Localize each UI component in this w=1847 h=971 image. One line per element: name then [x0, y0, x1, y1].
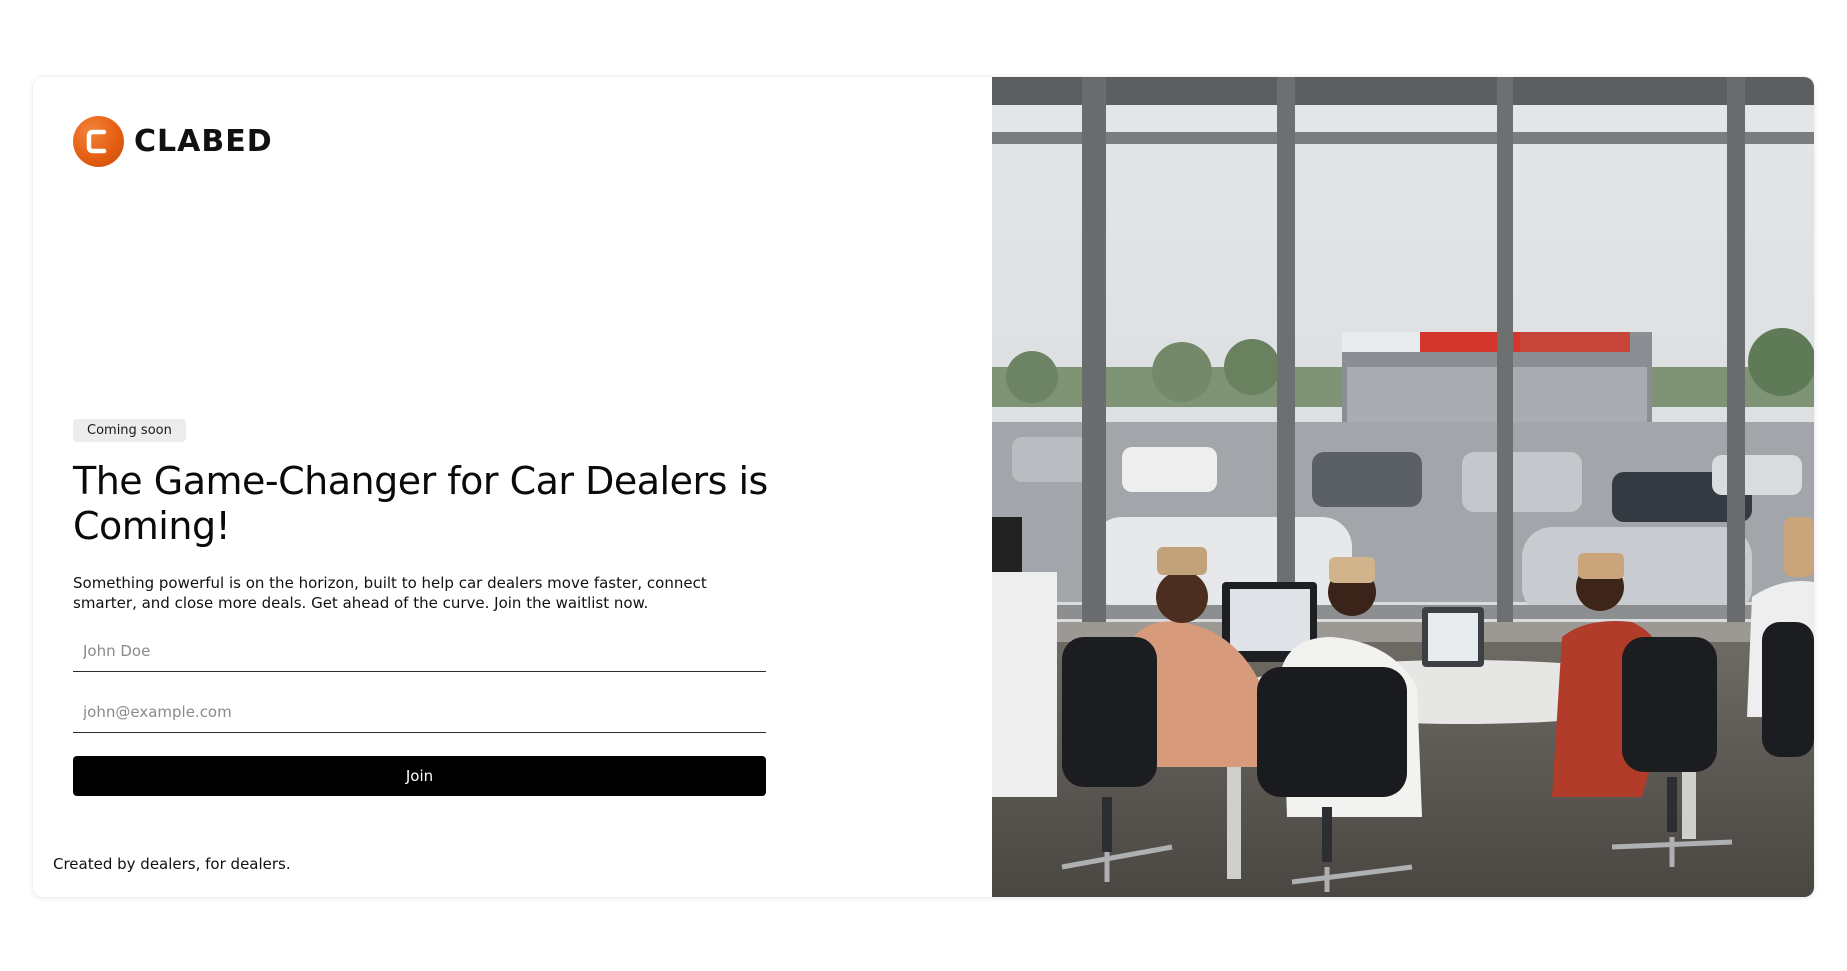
- brand-name: CLABED: [134, 124, 273, 159]
- footer-tagline: Created by dealers, for dealers.: [53, 855, 291, 873]
- office-photo-icon: [992, 77, 1814, 897]
- hero-image: [992, 77, 1814, 897]
- logo-c-icon: [73, 116, 124, 167]
- waitlist-card: CLABED Coming soon The Game-Changer for …: [33, 77, 1814, 897]
- name-input[interactable]: [73, 630, 766, 672]
- page-title: The Game-Changer for Car Dealers is Comi…: [73, 459, 768, 548]
- coming-soon-badge: Coming soon: [73, 419, 186, 442]
- page-description: Something powerful is on the horizon, bu…: [73, 574, 707, 612]
- waitlist-panel: CLABED Coming soon The Game-Changer for …: [33, 77, 993, 897]
- brand-logo[interactable]: CLABED: [73, 116, 273, 167]
- join-button[interactable]: Join: [73, 756, 766, 796]
- email-input[interactable]: [73, 691, 766, 733]
